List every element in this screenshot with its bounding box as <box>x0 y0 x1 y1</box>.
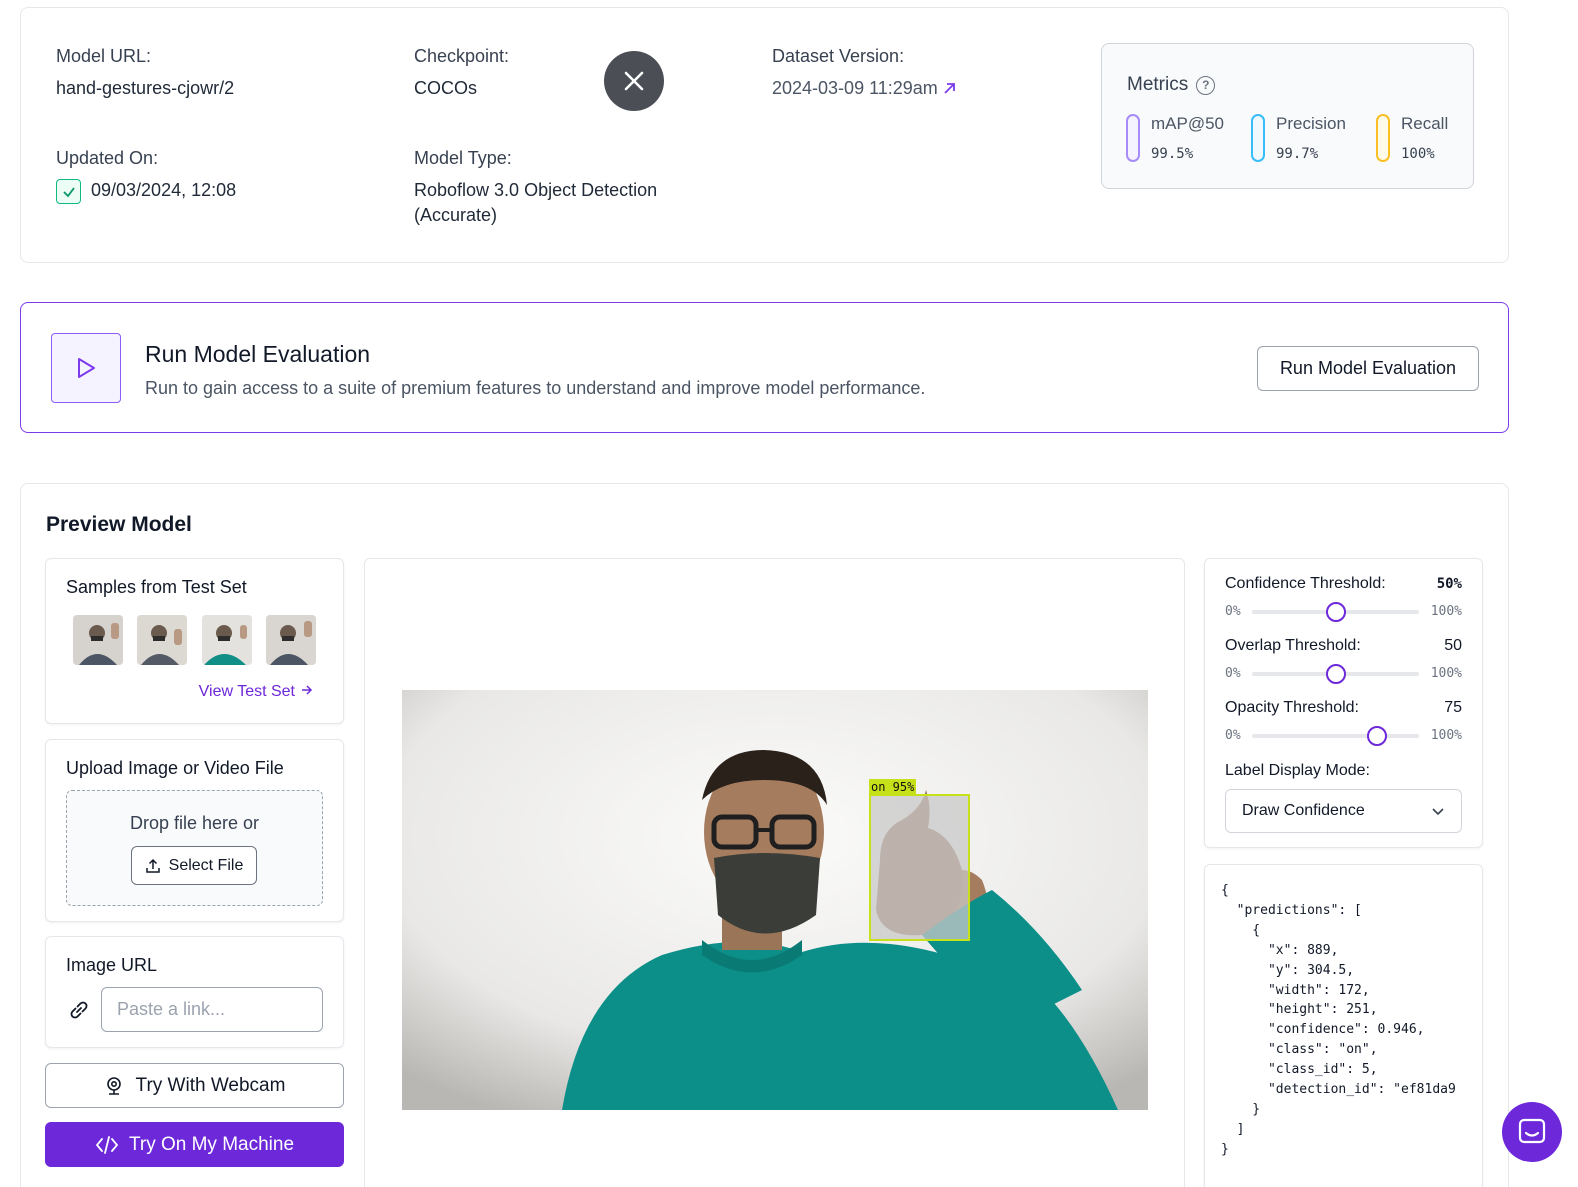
label-mode-label: Label Display Mode: <box>1225 762 1370 779</box>
select-file-label: Select File <box>168 856 244 874</box>
label-mode-select[interactable]: Draw Confidence <box>1225 789 1462 833</box>
confidence-label: Confidence Threshold: <box>1225 575 1386 592</box>
close-icon <box>624 71 644 91</box>
checkpoint-value: COCOs <box>414 78 477 98</box>
upload-icon <box>145 858 160 873</box>
model-url-value: hand-gestures-cjowr/2 <box>56 78 235 98</box>
arrow-right-icon <box>302 685 313 695</box>
evaluation-title: Run Model Evaluation <box>145 341 371 367</box>
metric-value: 99.5% <box>1151 146 1194 162</box>
overlap-value: 50 <box>1444 637 1462 654</box>
evaluation-description: Run to gain access to a suite of premium… <box>145 378 926 398</box>
overlap-max: 100% <box>1430 666 1462 681</box>
arrow-up-right-icon <box>944 83 955 94</box>
chat-icon <box>1518 1118 1546 1144</box>
close-button[interactable] <box>604 51 664 111</box>
opacity-value: 75 <box>1444 699 1462 716</box>
opacity-min: 0% <box>1225 728 1241 743</box>
model-type-line2: (Accurate) <box>414 205 498 225</box>
select-file-button[interactable]: Select File <box>131 846 257 885</box>
webcam-icon <box>106 1076 121 1095</box>
check-icon <box>56 179 81 204</box>
run-evaluation-card: Run Model Evaluation Run to gain access … <box>20 302 1509 433</box>
drop-text: Drop file here or <box>129 813 260 833</box>
link-icon <box>70 1001 88 1019</box>
chat-support-button[interactable] <box>1502 1102 1562 1162</box>
detection-label: on 95% <box>869 779 917 795</box>
model-url-label: Model URL: <box>56 46 152 66</box>
preview-title: Preview Model <box>46 513 192 536</box>
samples-title: Samples from Test Set <box>66 577 247 597</box>
sample-thumbnail[interactable] <box>73 615 123 665</box>
json-output-panel: { "predictions": [ { "x": 889, "y": 304.… <box>1204 864 1483 1187</box>
image-viewer: on 95% <box>364 558 1185 1187</box>
metric-label: Recall <box>1401 114 1449 133</box>
precision-pill-icon <box>1251 114 1265 162</box>
chevron-down-icon <box>1432 808 1444 816</box>
image-url-title: Image URL <box>66 955 158 975</box>
model-info-card: Model URL: hand-gestures-cjowr/2 Checkpo… <box>20 7 1509 263</box>
play-icon <box>51 333 121 403</box>
samples-panel: Samples from Test Set View Test Set <box>45 558 344 724</box>
detection-box <box>869 794 970 941</box>
help-icon[interactable]: ? <box>1196 75 1216 95</box>
metric-label: Precision <box>1276 114 1346 133</box>
dataset-version-label: Dataset Version: <box>772 46 905 66</box>
run-evaluation-button[interactable]: Run Model Evaluation <box>1257 346 1479 391</box>
try-on-machine-label: Try On My Machine <box>128 1133 295 1155</box>
overlap-min: 0% <box>1225 666 1241 681</box>
confidence-value: 50% <box>1436 576 1462 592</box>
preview-image: on 95% <box>402 690 1148 1110</box>
confidence-slider-knob[interactable] <box>1325 602 1346 622</box>
label-mode-value: Draw Confidence <box>1242 802 1365 819</box>
checkpoint-label: Checkpoint: <box>414 46 510 66</box>
metrics-title: Metrics <box>1127 74 1189 95</box>
opacity-max: 100% <box>1430 728 1462 743</box>
model-type-label: Model Type: <box>414 148 512 168</box>
metrics-panel: Metrics ? mAP@50 99.5% Precision 99.7% R… <box>1101 43 1474 189</box>
map-pill-icon <box>1126 114 1140 162</box>
code-icon <box>95 1135 119 1154</box>
sample-thumbnail[interactable] <box>202 615 252 665</box>
updated-on-value: 09/03/2024, 12:08 <box>91 180 237 200</box>
overlap-slider-knob[interactable] <box>1325 664 1346 684</box>
updated-on-label: Updated On: <box>56 148 159 168</box>
image-url-panel: Image URL <box>45 936 344 1048</box>
view-test-set-link[interactable]: View Test Set <box>199 683 313 701</box>
upload-panel: Upload Image or Video File Drop file her… <box>45 739 344 922</box>
view-test-set-label: View Test Set <box>198 683 295 700</box>
metric-label: mAP@50 <box>1151 114 1225 133</box>
sample-thumbnail[interactable] <box>266 615 316 665</box>
confidence-max: 100% <box>1430 604 1462 619</box>
sample-thumbnail[interactable] <box>137 615 187 665</box>
opacity-slider[interactable] <box>1252 734 1419 738</box>
metrics-header: Metrics ? <box>1127 74 1216 96</box>
file-dropzone[interactable]: Drop file here or Select File <box>66 790 323 906</box>
try-webcam-label: Try With Webcam <box>135 1074 286 1096</box>
metric-value: 100% <box>1401 146 1435 162</box>
confidence-min: 0% <box>1225 604 1241 619</box>
model-type-line1: Roboflow 3.0 Object Detection <box>414 180 658 200</box>
dataset-version-value: 2024-03-09 11:29am <box>772 78 938 98</box>
recall-pill-icon <box>1376 114 1390 162</box>
opacity-slider-knob[interactable] <box>1367 726 1388 746</box>
try-webcam-button[interactable]: Try With Webcam <box>45 1063 344 1108</box>
opacity-label: Opacity Threshold: <box>1225 699 1359 716</box>
dataset-version-link[interactable]: 2024-03-09 11:29am <box>772 76 956 101</box>
threshold-controls: Confidence Threshold: 50% 0% 100% Overla… <box>1204 558 1483 848</box>
json-output: { "predictions": [ { "x": 889, "y": 304.… <box>1221 883 1456 1157</box>
upload-title: Upload Image or Video File <box>66 758 284 778</box>
image-url-input[interactable] <box>101 987 323 1032</box>
metric-value: 99.7% <box>1276 146 1319 162</box>
try-on-machine-button[interactable]: Try On My Machine <box>45 1122 344 1167</box>
overlap-label: Overlap Threshold: <box>1225 637 1361 654</box>
